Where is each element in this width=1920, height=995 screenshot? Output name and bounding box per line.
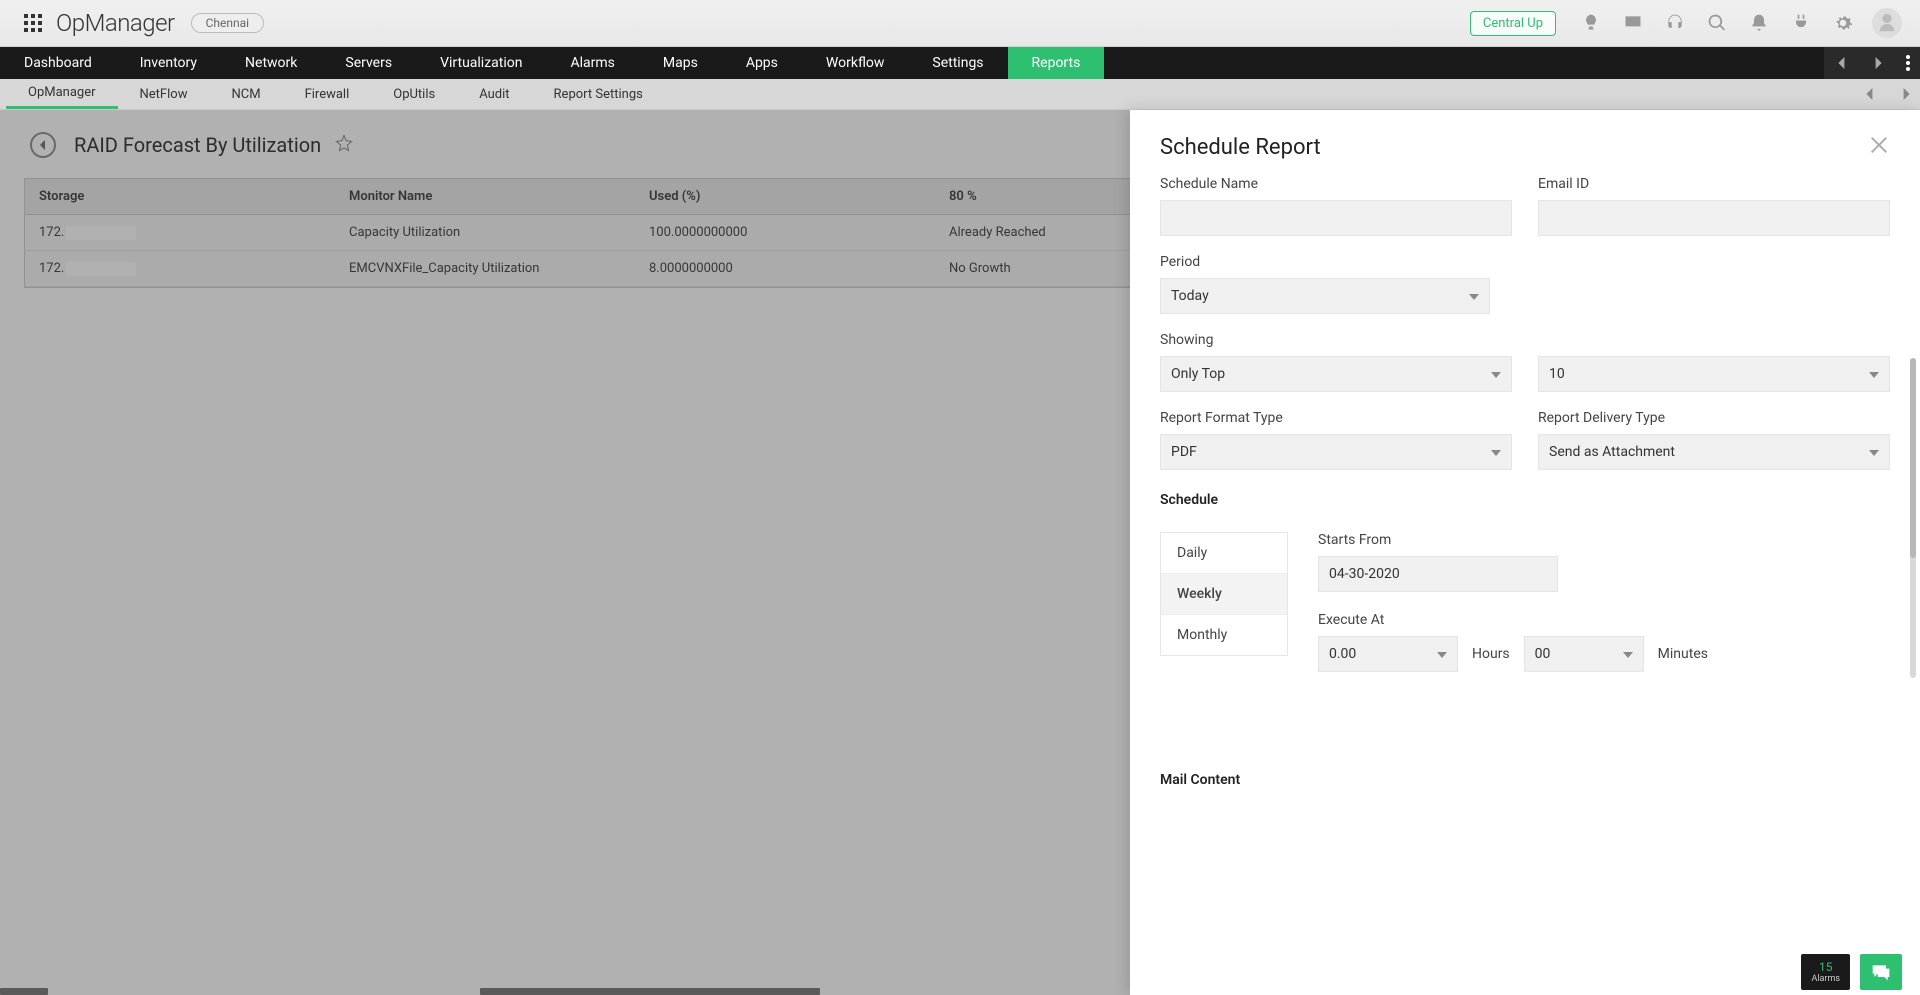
starts-from-input[interactable] xyxy=(1318,556,1558,592)
presentation-icon[interactable] xyxy=(1622,12,1644,34)
sub-nav-audit[interactable]: Audit xyxy=(457,79,531,109)
subnav-next-icon[interactable] xyxy=(1900,88,1912,100)
main-nav-reports[interactable]: Reports xyxy=(1008,47,1105,79)
main-nav: Dashboard Inventory Network Servers Virt… xyxy=(0,47,1920,79)
unit-minutes: Minutes xyxy=(1658,646,1708,662)
location-pill[interactable]: Chennai xyxy=(191,13,264,33)
section-schedule: Schedule xyxy=(1160,492,1890,508)
email-id-input[interactable] xyxy=(1538,200,1890,236)
period-select[interactable]: Today xyxy=(1160,278,1490,314)
nav-next-icon[interactable] xyxy=(1860,47,1896,79)
main-nav-virtualization[interactable]: Virtualization xyxy=(416,47,546,79)
chat-button[interactable] xyxy=(1860,954,1902,990)
showing-count-value: 10 xyxy=(1549,366,1565,382)
chat-icon xyxy=(1871,963,1891,981)
chevron-down-icon xyxy=(1869,366,1879,382)
alarm-badge[interactable]: 15 Alarms xyxy=(1801,954,1850,990)
main-nav-apps[interactable]: Apps xyxy=(722,47,802,79)
main-nav-settings[interactable]: Settings xyxy=(908,47,1007,79)
sub-nav-netflow[interactable]: NetFlow xyxy=(118,79,210,109)
section-mail-content: Mail Content xyxy=(1160,772,1890,788)
showing-count-select[interactable]: 10 xyxy=(1538,356,1890,392)
schedule-report-panel: Schedule Report Schedule Name Email ID P… xyxy=(1130,110,1920,995)
nav-more-icon[interactable] xyxy=(1896,47,1920,79)
label-email-id: Email ID xyxy=(1538,176,1890,192)
headset-icon[interactable] xyxy=(1664,12,1686,34)
rocket-icon[interactable] xyxy=(1580,12,1602,34)
freq-tab-weekly[interactable]: Weekly xyxy=(1161,574,1287,615)
exec-minutes-select[interactable]: 00 xyxy=(1524,636,1644,672)
period-value: Today xyxy=(1171,288,1209,304)
main-nav-maps[interactable]: Maps xyxy=(639,47,722,79)
close-icon[interactable] xyxy=(1868,134,1890,160)
avatar[interactable] xyxy=(1872,8,1902,38)
freq-tab-daily[interactable]: Daily xyxy=(1161,533,1287,574)
main-nav-workflow[interactable]: Workflow xyxy=(802,47,909,79)
nav-prev-icon[interactable] xyxy=(1824,47,1860,79)
sub-nav-report-settings[interactable]: Report Settings xyxy=(532,79,665,109)
exec-hours-value: 0.00 xyxy=(1329,646,1356,662)
report-delivery-select[interactable]: Send as Attachment xyxy=(1538,434,1890,470)
report-format-select[interactable]: PDF xyxy=(1160,434,1512,470)
search-icon[interactable] xyxy=(1706,12,1728,34)
schedule-name-input[interactable] xyxy=(1160,200,1512,236)
gear-icon[interactable] xyxy=(1832,12,1854,34)
brand-name: OpManager xyxy=(56,9,175,37)
bell-icon[interactable] xyxy=(1748,12,1770,34)
alarm-count: 15 xyxy=(1819,961,1833,973)
panel-title: Schedule Report xyxy=(1160,135,1321,160)
label-starts-from: Starts From xyxy=(1318,532,1890,548)
label-showing: Showing xyxy=(1160,332,1890,348)
sub-nav-firewall[interactable]: Firewall xyxy=(283,79,372,109)
main-nav-dashboard[interactable]: Dashboard xyxy=(0,47,116,79)
unit-hours: Hours xyxy=(1472,646,1510,662)
exec-minutes-value: 00 xyxy=(1535,646,1551,662)
alarm-label: Alarms xyxy=(1811,975,1840,984)
scrollbar-segment xyxy=(480,988,820,995)
report-delivery-value: Send as Attachment xyxy=(1549,444,1675,460)
chevron-down-icon xyxy=(1491,366,1501,382)
top-header: OpManager Chennai Central Up xyxy=(0,0,1920,47)
sub-nav: OpManager NetFlow NCM Firewall OpUtils A… xyxy=(0,79,1920,110)
apps-grid-icon[interactable] xyxy=(24,14,42,32)
label-period: Period xyxy=(1160,254,1490,270)
chevron-down-icon xyxy=(1623,646,1633,662)
main-nav-network[interactable]: Network xyxy=(221,47,321,79)
panel-scrollbar[interactable] xyxy=(1910,358,1916,678)
sub-nav-ncm[interactable]: NCM xyxy=(209,79,282,109)
report-format-value: PDF xyxy=(1171,444,1197,460)
floating-actions: 15 Alarms xyxy=(1801,954,1902,990)
main-nav-inventory[interactable]: Inventory xyxy=(116,47,221,79)
chevron-down-icon xyxy=(1869,444,1879,460)
showing-select[interactable]: Only Top xyxy=(1160,356,1512,392)
chevron-down-icon xyxy=(1437,646,1447,662)
freq-tab-monthly[interactable]: Monthly xyxy=(1161,615,1287,655)
exec-hours-select[interactable]: 0.00 xyxy=(1318,636,1458,672)
sub-nav-oputils[interactable]: OpUtils xyxy=(371,79,457,109)
label-schedule-name: Schedule Name xyxy=(1160,176,1512,192)
plug-icon[interactable] xyxy=(1790,12,1812,34)
label-report-format-type: Report Format Type xyxy=(1160,410,1512,426)
label-execute-at: Execute At xyxy=(1318,612,1890,628)
main-nav-servers[interactable]: Servers xyxy=(321,47,416,79)
label-report-delivery-type: Report Delivery Type xyxy=(1538,410,1890,426)
frequency-tabs: Daily Weekly Monthly xyxy=(1160,532,1288,656)
showing-value: Only Top xyxy=(1171,366,1225,382)
main-nav-alarms[interactable]: Alarms xyxy=(546,47,638,79)
chevron-down-icon xyxy=(1469,288,1479,304)
sub-nav-opmanager[interactable]: OpManager xyxy=(6,79,118,109)
chevron-down-icon xyxy=(1491,444,1501,460)
central-status-pill[interactable]: Central Up xyxy=(1470,11,1556,36)
subnav-prev-icon[interactable] xyxy=(1864,88,1876,100)
scrollbar-segment xyxy=(0,988,48,995)
